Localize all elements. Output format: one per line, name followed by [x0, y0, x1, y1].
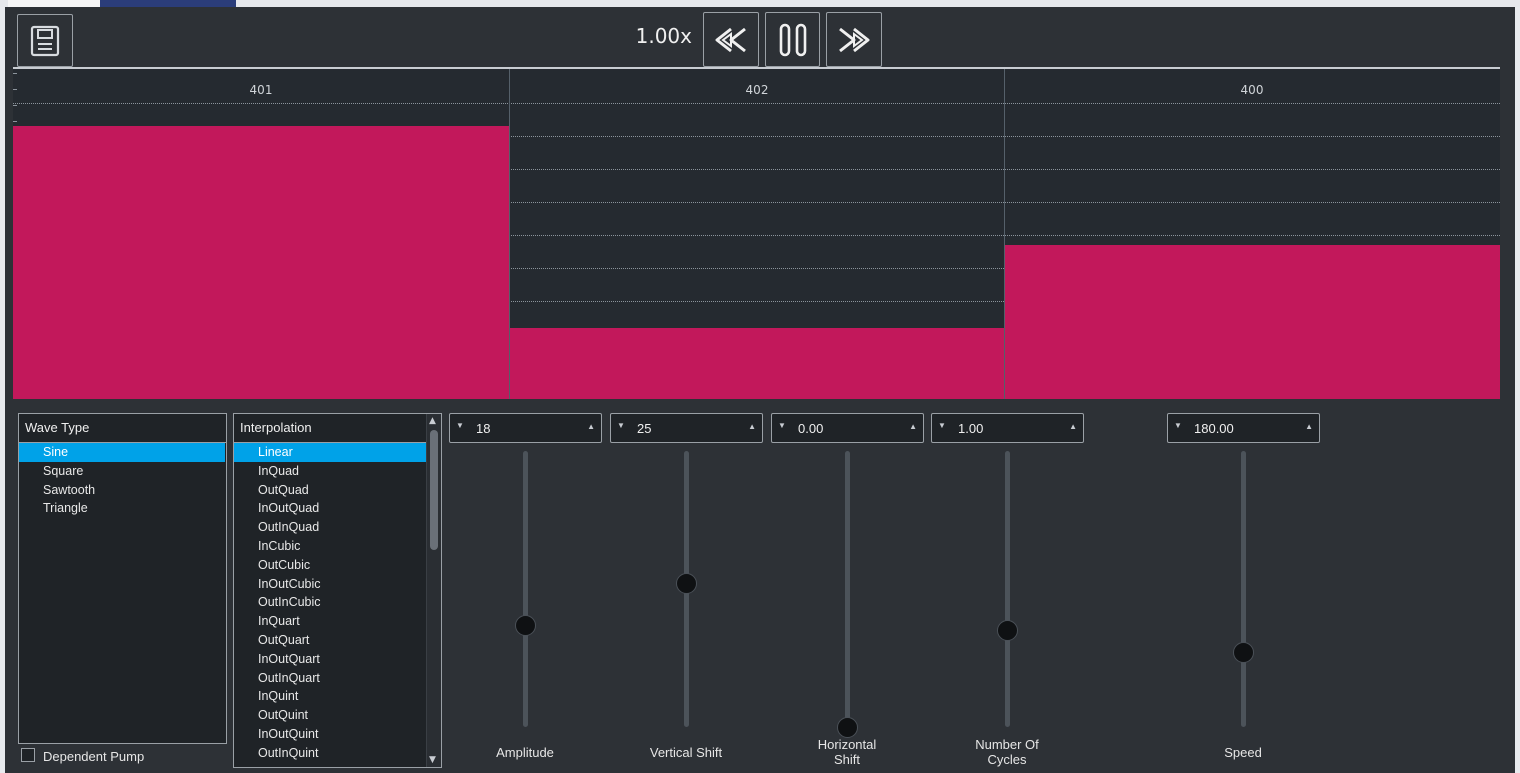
increment-icon[interactable]: ▲ [1069, 422, 1077, 431]
value-spinbox[interactable]: ▼ 25 ▲ [610, 413, 763, 443]
list-item[interactable]: InCubic [234, 537, 441, 556]
slider-label: Vertical Shift [649, 745, 723, 760]
slider-label: Speed [1224, 745, 1262, 760]
increment-icon[interactable]: ▲ [748, 422, 756, 431]
slider-track[interactable] [1241, 451, 1246, 727]
spinbox-value: 180.00 [1194, 421, 1234, 436]
slider-label: Number Of Cycles [975, 737, 1039, 767]
list-item[interactable]: InOutQuint [234, 725, 441, 744]
list-item[interactable]: InOutCubic [234, 575, 441, 594]
timeline-tick [13, 121, 17, 122]
timeline-gridline [13, 103, 1500, 104]
value-spinbox[interactable]: ▼ 0.00 ▲ [771, 413, 924, 443]
timeline-segment-label: 401 [249, 83, 273, 97]
tab-active[interactable] [100, 0, 236, 7]
decrement-icon[interactable]: ▼ [778, 421, 786, 430]
timeline-tick [13, 89, 17, 90]
slider-handle[interactable] [1233, 642, 1254, 663]
slider-handle[interactable] [997, 620, 1018, 641]
rewind-icon [715, 27, 746, 52]
list-item[interactable]: OutQuint [234, 706, 441, 725]
decrement-icon[interactable]: ▼ [456, 421, 464, 430]
slider-label: Horizontal Shift [817, 737, 877, 767]
decrement-icon[interactable]: ▼ [938, 421, 946, 430]
tab-inactive[interactable] [8, 0, 100, 7]
list-item[interactable]: InQuad [234, 462, 441, 481]
timeline-segment-label: 400 [1240, 83, 1264, 97]
timeline-segment-label: 402 [745, 83, 769, 97]
wave-type-header: Wave Type [19, 414, 226, 443]
interpolation-list[interactable]: Interpolation Linear InQuad OutQuad InOutQu… [233, 413, 442, 768]
list-item[interactable]: Linear [234, 443, 440, 462]
top-tab-strip [0, 0, 1520, 7]
increment-icon[interactable]: ▲ [587, 422, 595, 431]
slider-label: Amplitude [496, 745, 554, 760]
fast-forward-icon [839, 27, 870, 52]
timeline-tick [13, 105, 17, 106]
value-spinbox[interactable]: ▼ 180.00 ▲ [1167, 413, 1320, 443]
timeline-segment-bar[interactable] [1004, 245, 1500, 399]
wave-type-list[interactable]: Wave Type Sine Square Sawtooth Triangle [18, 413, 227, 744]
slider-track[interactable] [845, 451, 850, 727]
save-button[interactable] [17, 14, 73, 67]
value-spinbox[interactable]: ▼ 1.00 ▲ [931, 413, 1084, 443]
scroll-up-icon[interactable]: ▲ [429, 416, 436, 426]
increment-icon[interactable]: ▲ [909, 422, 917, 431]
list-item[interactable]: OutInQuint [234, 744, 441, 763]
slider-track[interactable] [523, 451, 528, 727]
timeline-tick [13, 73, 17, 74]
list-item[interactable]: OutCubic [234, 556, 441, 575]
list-item[interactable]: InOutQuart [234, 650, 441, 669]
list-item[interactable]: InOutQuad [234, 499, 441, 518]
list-item[interactable]: InQuint [234, 687, 441, 706]
timeline-segment-bar[interactable] [509, 328, 1005, 399]
list-item[interactable]: Sawtooth [19, 481, 226, 500]
decrement-icon[interactable]: ▼ [1174, 421, 1182, 430]
pause-icon [779, 23, 806, 56]
list-item[interactable]: OutQuart [234, 631, 441, 650]
dependent-pump-checkbox[interactable] [21, 748, 35, 762]
list-item[interactable]: OutInQuart [234, 669, 441, 688]
increment-icon[interactable]: ▲ [1305, 422, 1313, 431]
list-item[interactable]: Triangle [19, 499, 226, 518]
timeline-separator [509, 69, 510, 399]
spinbox-value: 1.00 [958, 421, 984, 436]
decrement-icon[interactable]: ▼ [617, 421, 625, 430]
dependent-pump-label: Dependent Pump [43, 749, 145, 764]
spinbox-value: 18 [476, 421, 491, 436]
list-item[interactable]: OutQuad [234, 481, 441, 500]
spinbox-value: 0.00 [798, 421, 824, 436]
list-item[interactable]: InQuart [234, 612, 441, 631]
slider-handle[interactable] [515, 615, 536, 636]
list-item[interactable]: Sine [19, 443, 225, 462]
wave-timeline[interactable]: 401 402 400 [13, 67, 1500, 399]
list-item[interactable]: Square [19, 462, 226, 481]
slider-track[interactable] [1005, 451, 1010, 727]
scroll-down-icon[interactable]: ▼ [429, 755, 436, 765]
spinbox-value: 25 [637, 421, 652, 436]
playback-speed-label: 1.00x [635, 24, 692, 48]
save-icon [30, 25, 60, 56]
timeline-segment-bar[interactable] [13, 126, 509, 399]
list-item[interactable]: OutInCubic [234, 593, 441, 612]
rewind-button[interactable] [703, 12, 759, 67]
pause-button[interactable] [765, 12, 820, 67]
slider-handle[interactable] [676, 573, 697, 594]
list-item[interactable]: OutInQuad [234, 518, 441, 537]
interpolation-header: Interpolation [234, 414, 441, 443]
slider-handle[interactable] [837, 717, 858, 738]
fast-forward-button[interactable] [826, 12, 882, 67]
value-spinbox[interactable]: ▼ 18 ▲ [449, 413, 602, 443]
scroll-thumb[interactable] [430, 430, 438, 550]
timeline-separator [1004, 69, 1005, 399]
interpolation-scrollbar[interactable]: ▲ ▼ [426, 414, 441, 767]
